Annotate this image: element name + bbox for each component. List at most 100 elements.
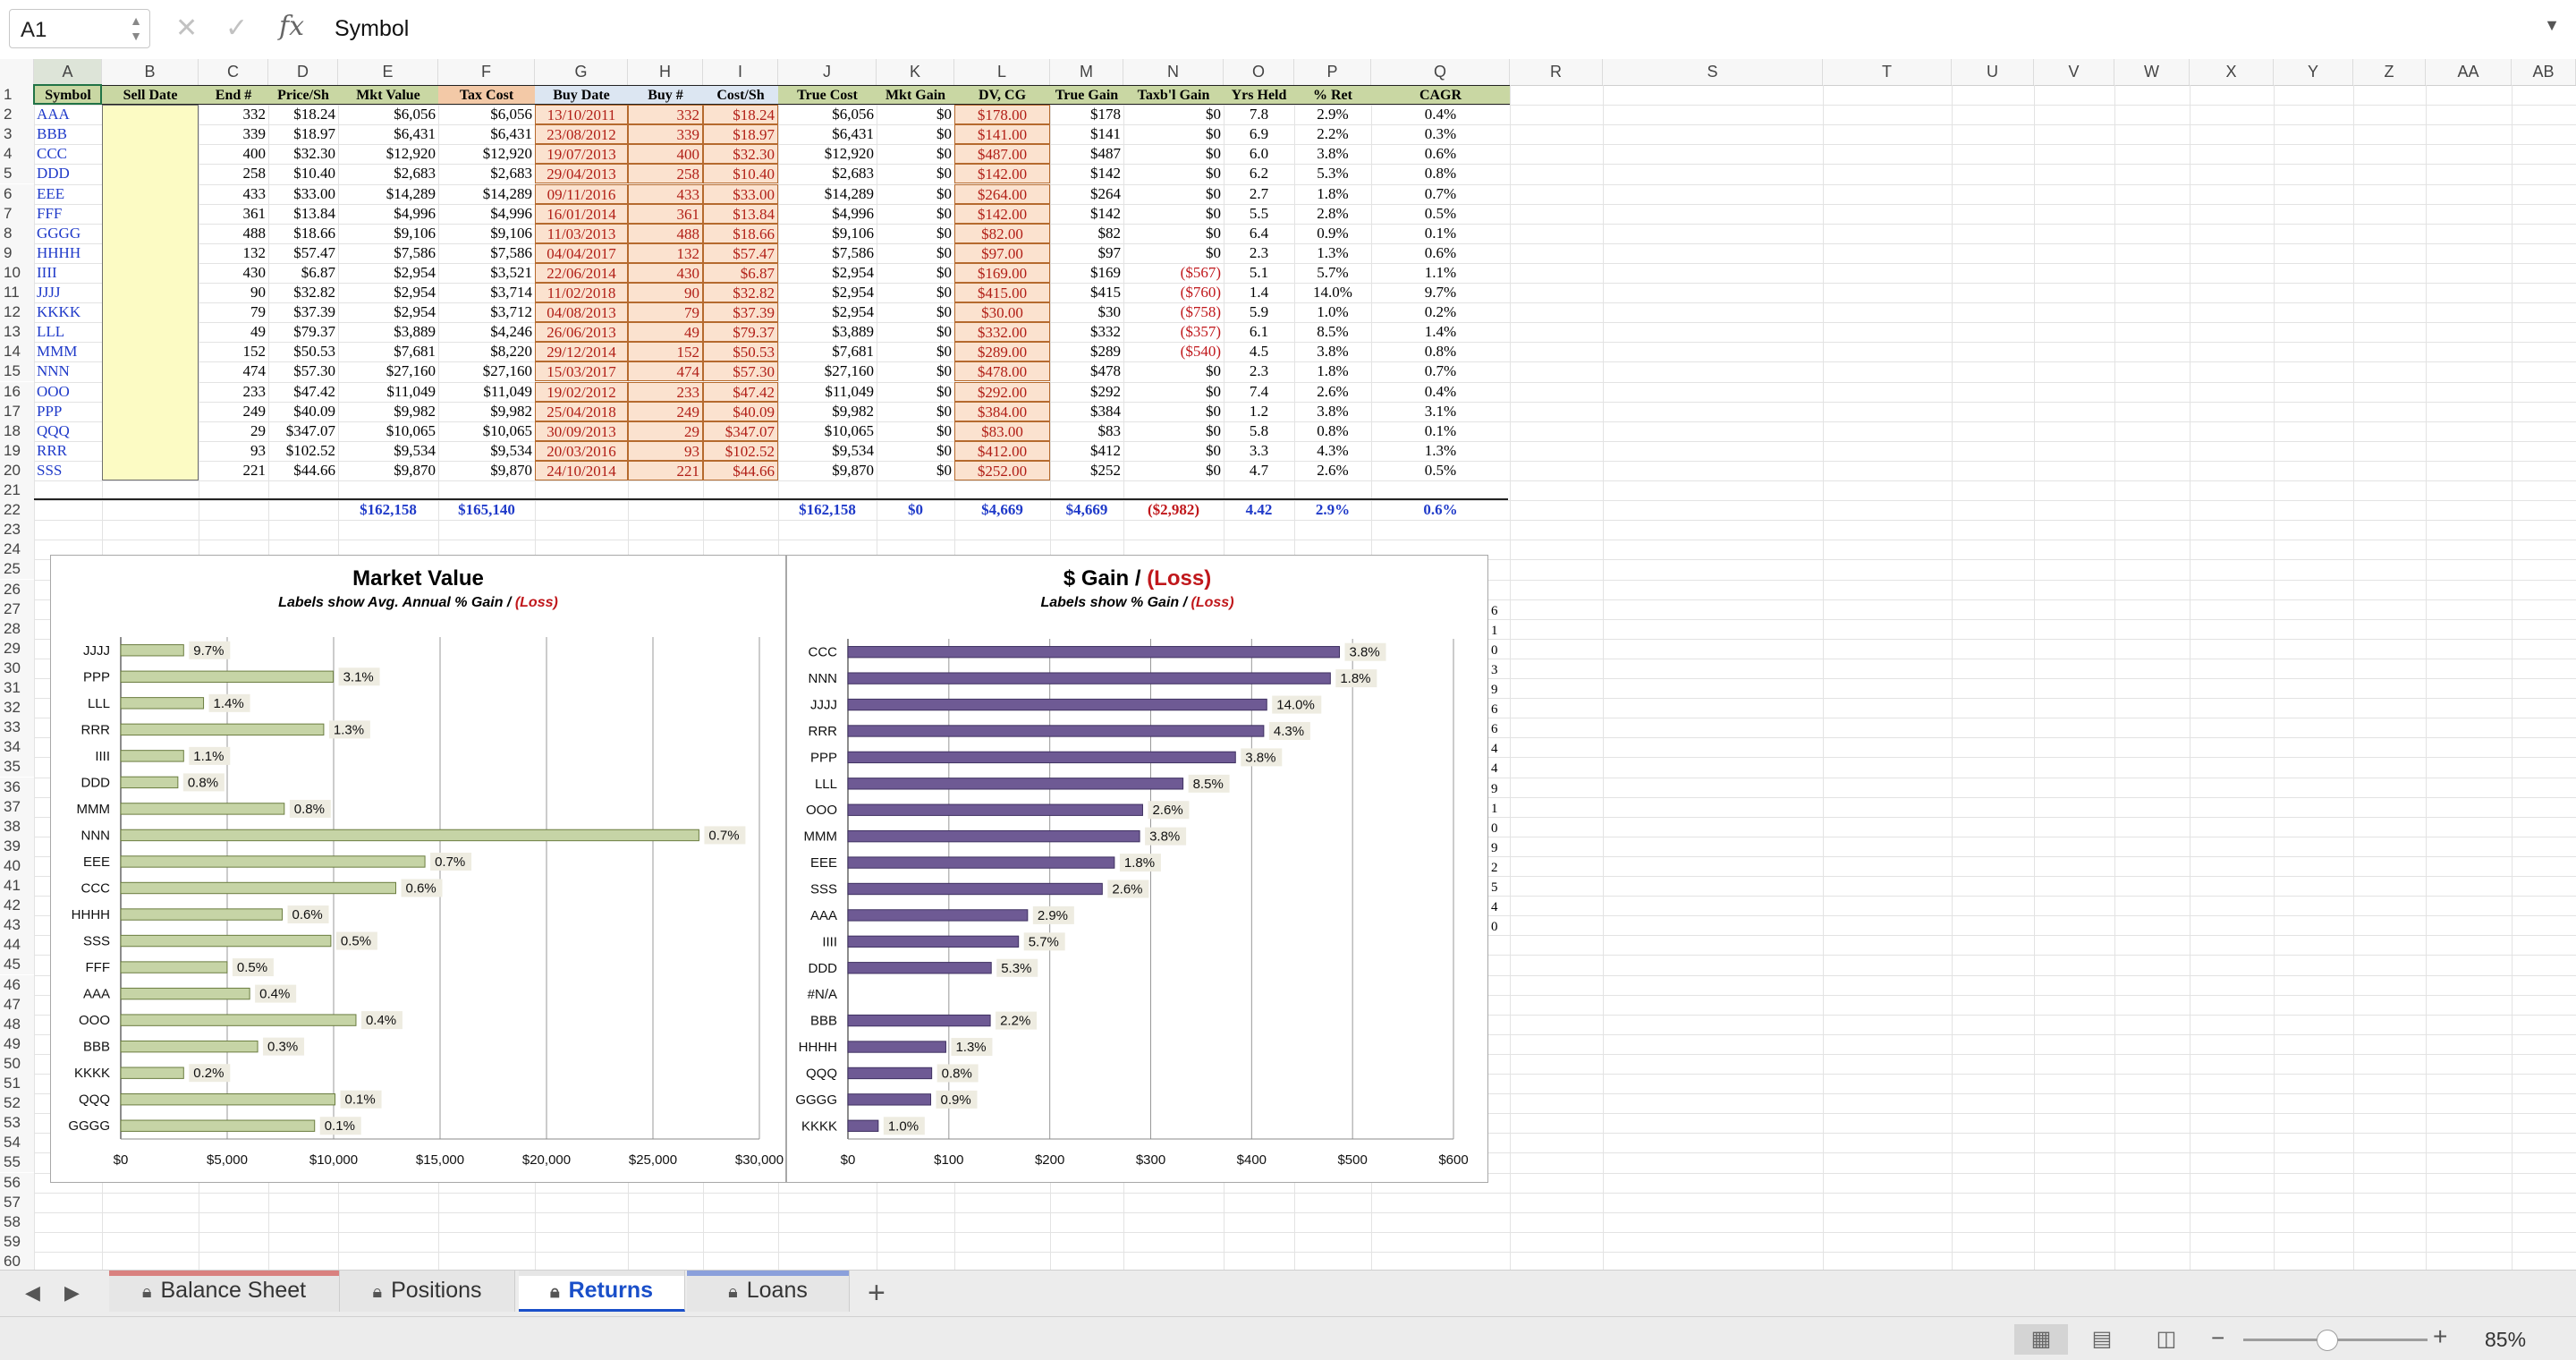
column-header[interactable]: S [1603, 59, 1823, 85]
cell-q[interactable]: 0.6% [1371, 144, 1510, 164]
cell-c[interactable]: 249 [199, 402, 268, 421]
cell-h[interactable]: 474 [628, 361, 703, 382]
cell-f[interactable]: $6,056 [438, 105, 535, 124]
cell-j[interactable]: $9,534 [778, 441, 877, 461]
tab-loans[interactable]: 🔒︎ Loans [687, 1271, 850, 1312]
cell-f[interactable]: $9,534 [438, 441, 535, 461]
total-k[interactable]: $0 [877, 500, 954, 520]
cell-n[interactable]: $0 [1123, 361, 1224, 381]
cell-n[interactable]: $0 [1123, 144, 1224, 164]
cell-p[interactable]: 2.2% [1294, 124, 1371, 144]
cell-q[interactable]: 0.3% [1371, 124, 1510, 144]
cell-i[interactable]: $13.84 [703, 203, 778, 224]
cell-e[interactable]: $12,920 [338, 144, 438, 164]
cell-i[interactable]: $57.30 [703, 361, 778, 382]
page-layout-view-icon[interactable]: ▤ [2075, 1324, 2129, 1355]
accept-icon[interactable]: ✓ [225, 11, 248, 47]
cell-k[interactable]: $0 [877, 283, 954, 302]
cancel-icon[interactable]: ✕ [175, 11, 198, 47]
cell-m[interactable]: $141 [1050, 124, 1123, 144]
cell-n[interactable]: $0 [1123, 441, 1224, 461]
cell-l[interactable]: $30.00 [954, 302, 1050, 323]
cell-m[interactable]: $384 [1050, 402, 1123, 421]
cell-o[interactable]: 6.0 [1224, 144, 1294, 164]
bar[interactable] [120, 723, 325, 736]
function-icon[interactable]: fx [279, 9, 304, 45]
cell-f[interactable]: $12,920 [438, 144, 535, 164]
bar[interactable] [120, 1119, 316, 1132]
header-cell-k[interactable]: Mkt Gain [877, 85, 954, 105]
cell-o[interactable]: 4.5 [1224, 342, 1294, 361]
cell-j[interactable]: $7,681 [778, 342, 877, 361]
cell-g[interactable]: 23/08/2012 [535, 124, 628, 145]
column-header[interactable]: T [1823, 59, 1952, 85]
cell-d[interactable]: $32.30 [268, 144, 338, 164]
cell-k[interactable]: $0 [877, 322, 954, 342]
cell-c[interactable]: 474 [199, 361, 268, 381]
cell-g[interactable]: 19/02/2012 [535, 381, 628, 402]
spreadsheet-grid[interactable]: ABCDEFGHIJKLMNOPQRSTUVWXYZAAABAC 1234567… [0, 59, 2576, 1270]
cell-a[interactable]: BBB [34, 124, 102, 144]
cell-m[interactable]: $412 [1050, 441, 1123, 461]
cell-g[interactable]: 04/08/2013 [535, 302, 628, 323]
bar[interactable] [120, 803, 285, 815]
cell-o[interactable]: 7.8 [1224, 105, 1294, 124]
cell-q[interactable]: 1.1% [1371, 263, 1510, 283]
bar[interactable] [847, 1067, 933, 1080]
sell-date-input-range[interactable] [102, 105, 199, 480]
cell-i[interactable]: $57.47 [703, 242, 778, 263]
cell-d[interactable]: $18.97 [268, 124, 338, 144]
cell-i[interactable]: $50.53 [703, 342, 778, 362]
bar[interactable] [120, 934, 332, 948]
cell-q[interactable]: 0.1% [1371, 224, 1510, 243]
cell-p[interactable]: 2.6% [1294, 461, 1371, 480]
bar[interactable] [847, 725, 1265, 737]
column-header[interactable]: U [1952, 59, 2034, 85]
header-cell-b[interactable]: Sell Date [102, 85, 199, 105]
cell-m[interactable]: $97 [1050, 243, 1123, 263]
bar[interactable] [120, 670, 335, 683]
cell-h[interactable]: 152 [628, 342, 703, 362]
cell-e[interactable]: $3,889 [338, 322, 438, 342]
page-break-view-icon[interactable]: ◫ [2140, 1324, 2193, 1355]
gain-loss-chart[interactable]: $ Gain / (Loss) Labels show % Gain / (Lo… [786, 555, 1488, 1183]
cell-f[interactable]: $3,712 [438, 302, 535, 322]
cell-k[interactable]: $0 [877, 402, 954, 421]
cell-h[interactable]: 49 [628, 322, 703, 343]
cell-f[interactable]: $7,586 [438, 243, 535, 263]
cell-a[interactable]: PPP [34, 402, 102, 421]
cell-p[interactable]: 3.8% [1294, 144, 1371, 164]
cell-d[interactable]: $13.84 [268, 204, 338, 224]
cell-i[interactable]: $47.42 [703, 381, 778, 402]
cell-g[interactable]: 29/04/2013 [535, 164, 628, 184]
cell-c[interactable]: 93 [199, 441, 268, 461]
cell-g[interactable]: 22/06/2014 [535, 262, 628, 283]
bar[interactable] [120, 829, 699, 842]
cell-h[interactable]: 249 [628, 401, 703, 421]
column-header[interactable]: K [877, 59, 954, 85]
cell-f[interactable]: $14,289 [438, 184, 535, 204]
cell-l[interactable]: $178.00 [954, 105, 1050, 125]
cell-l[interactable]: $289.00 [954, 342, 1050, 362]
cell-a[interactable]: SSS [34, 461, 102, 480]
add-sheet-button[interactable]: + [868, 1276, 886, 1311]
cell-f[interactable]: $3,521 [438, 263, 535, 283]
cell-q[interactable]: 0.1% [1371, 421, 1510, 441]
cell-p[interactable]: 5.3% [1294, 164, 1371, 183]
bar[interactable] [120, 1093, 336, 1106]
cell-m[interactable]: $178 [1050, 105, 1123, 124]
column-header[interactable]: D [268, 59, 338, 85]
cell-p[interactable]: 1.8% [1294, 361, 1371, 381]
cell-k[interactable]: $0 [877, 461, 954, 480]
cell-n[interactable]: $0 [1123, 421, 1224, 441]
cell-m[interactable]: $142 [1050, 164, 1123, 183]
header-cell-c[interactable]: End # [199, 85, 268, 105]
bar[interactable] [120, 750, 184, 762]
cell-n[interactable]: $0 [1123, 184, 1224, 204]
cell-p[interactable]: 0.8% [1294, 421, 1371, 441]
column-header[interactable]: R [1510, 59, 1603, 85]
cell-a[interactable]: DDD [34, 164, 102, 183]
cell-k[interactable]: $0 [877, 224, 954, 243]
cell-e[interactable]: $2,683 [338, 164, 438, 183]
cell-a[interactable]: EEE [34, 184, 102, 204]
